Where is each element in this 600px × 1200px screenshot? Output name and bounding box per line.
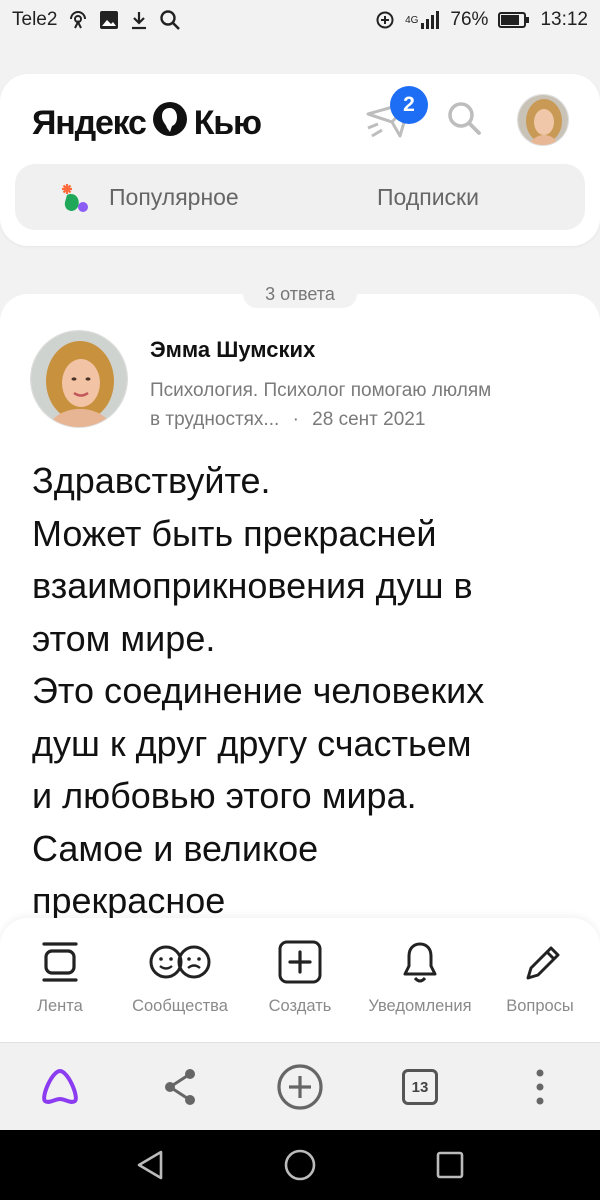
answer-line: душ к друг другу счастьем — [32, 722, 472, 764]
create-icon — [277, 940, 323, 984]
tab-popular[interactable]: Популярное — [61, 164, 239, 230]
pencil-icon — [520, 940, 560, 984]
nav-notifications[interactable]: Уведомления — [360, 940, 480, 1016]
author-bio-continued: в трудностях... — [150, 409, 280, 430]
answers-count: 3 ответа — [243, 280, 357, 308]
data-saver-icon — [375, 10, 395, 30]
answer-line: Может быть прекрасней — [32, 512, 437, 554]
author-name[interactable]: Эмма Шумских — [150, 337, 315, 363]
browser-toolbar: 13 — [0, 1042, 600, 1130]
answer-line: и любовью этого мира. — [32, 775, 417, 816]
answer-date: 28 сент 2021 — [312, 409, 426, 430]
more-icon[interactable] — [516, 1063, 564, 1111]
nav-create[interactable]: Создать — [240, 940, 360, 1016]
search-icon — [159, 9, 181, 31]
image-icon — [99, 10, 119, 30]
battery-percent: 76% — [450, 9, 489, 30]
feed-tabs: Популярное Подписки — [15, 164, 585, 230]
signal-icon: 4G — [405, 11, 440, 29]
user-avatar[interactable] — [517, 94, 569, 146]
answer-line: этом мире. — [32, 617, 216, 659]
bell-icon — [402, 940, 438, 984]
flame-icon — [61, 181, 91, 213]
answer-line: Самое и великое — [32, 827, 319, 869]
nav-communities[interactable]: Сообщества — [120, 940, 240, 1016]
carrier-label: Tele2 — [12, 9, 58, 30]
answer-line: взаимоприкновения душ в — [32, 565, 473, 606]
tabs-icon[interactable]: 13 — [396, 1063, 444, 1111]
download-icon — [129, 10, 149, 30]
new-tab-icon[interactable] — [276, 1063, 324, 1111]
bottom-nav: Лента Сообщества Создать Уведомления Воп… — [0, 918, 600, 1042]
communities-icon — [148, 940, 212, 984]
tab-subscriptions[interactable]: Подписки — [377, 164, 479, 230]
alice-icon[interactable] — [36, 1063, 84, 1111]
author-bio: Психология. Психолог помогаю люлям — [150, 380, 492, 401]
share-icon[interactable] — [156, 1063, 204, 1111]
back-icon[interactable] — [128, 1143, 172, 1187]
battery-icon — [498, 11, 530, 29]
tab-popular-label: Популярное — [109, 183, 239, 210]
answer-line: Это соединение человеких — [32, 670, 485, 711]
search-icon[interactable] — [444, 98, 484, 138]
author-meta: Психология. Психолог помогаю люлям в тру… — [150, 376, 580, 434]
nav-feed[interactable]: Лента — [0, 940, 120, 1016]
answer-text: Здравствуйте. Может быть прекрасней взаи… — [32, 455, 577, 928]
nav-questions[interactable]: Вопросы — [480, 940, 600, 1016]
author-avatar[interactable] — [30, 330, 128, 428]
yandex-q-logo[interactable]: Яндекс Кью — [32, 100, 262, 147]
notification-badge: 2 — [390, 86, 428, 124]
radio-icon — [67, 9, 89, 31]
home-icon[interactable] — [278, 1143, 322, 1187]
meta-separator: · — [292, 409, 299, 430]
status-bar: Tele2 4G 76% 13:12 — [0, 0, 600, 40]
recents-icon[interactable] — [428, 1143, 472, 1187]
answer-line: Здравствуйте. — [32, 460, 271, 501]
clock: 13:12 — [540, 9, 588, 30]
tab-subscriptions-label: Подписки — [377, 183, 479, 210]
q-logo-icon — [151, 100, 189, 147]
system-nav-bar — [0, 1130, 600, 1200]
feed-icon — [40, 940, 80, 984]
